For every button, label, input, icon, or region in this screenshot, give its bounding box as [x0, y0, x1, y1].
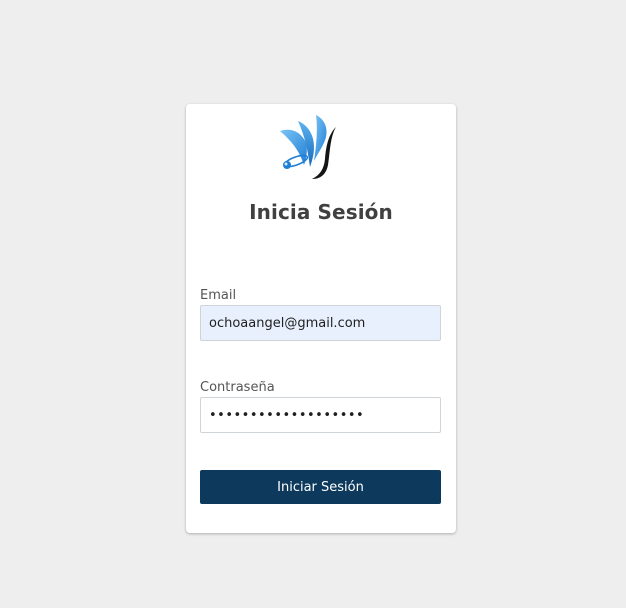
page-title: Inicia Sesión: [249, 200, 393, 224]
email-field[interactable]: [200, 305, 441, 341]
password-field[interactable]: [200, 397, 441, 433]
stylized-v-logo-icon: [280, 115, 336, 179]
password-label: Contraseña: [200, 380, 275, 395]
login-card: Inicia Sesión Email Contraseña Iniciar S…: [186, 104, 456, 533]
login-button[interactable]: Iniciar Sesión: [200, 470, 441, 504]
email-label: Email: [200, 288, 237, 303]
